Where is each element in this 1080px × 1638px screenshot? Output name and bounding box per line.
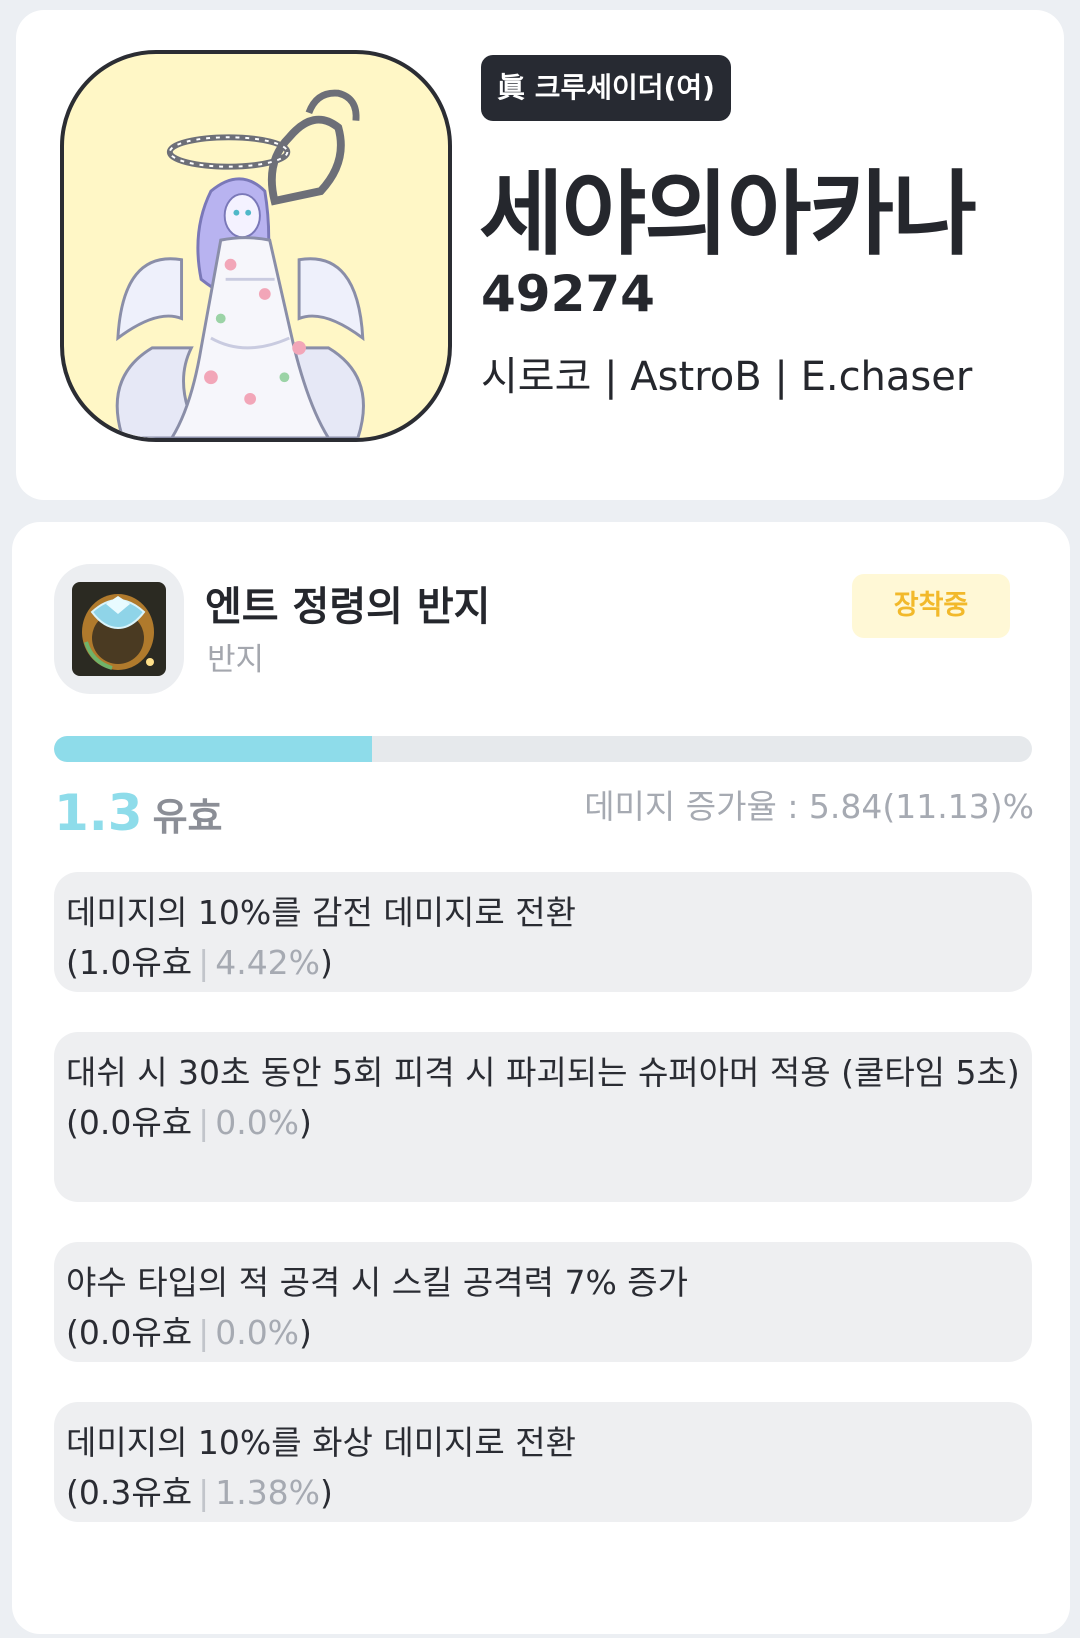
option-close: ) (320, 1473, 333, 1512)
item-icon-frame (54, 564, 184, 694)
option-separator: | (198, 943, 210, 982)
character-profile-card: 眞 크루세이더(여) 세야의아카나 49274 시로코 | AstroB | E… (16, 10, 1064, 500)
effective-score-unit: 유효 (152, 795, 223, 839)
ring-icon (72, 582, 166, 676)
option-close: ) (299, 1313, 312, 1352)
effective-score-value: 1.3 (54, 784, 143, 842)
option-text: 데미지의 10%를 화상 데미지로 전환 (66, 1423, 576, 1462)
option-value: (1.0유효 | 4.42%) (66, 938, 1020, 988)
option-text: 대쉬 시 30초 동안 5회 피격 시 파괴되는 슈퍼아머 적용 (쿨타임 5초… (66, 1053, 1020, 1092)
effective-score: 1.3 유효 (54, 784, 223, 842)
item-name: 엔트 정령의 반지 (205, 584, 491, 630)
option-close: ) (299, 1103, 312, 1142)
option-value: (0.0유효 | 0.0%) (66, 1308, 1020, 1358)
option-percent: 1.38% (215, 1473, 321, 1512)
option-effective: (0.0유효 (66, 1103, 193, 1142)
option-row: 야수 타입의 적 공격 시 스킬 공격력 7% 증가 (0.0유효 | 0.0%) (54, 1242, 1032, 1362)
option-effective: (0.0유효 (66, 1313, 193, 1352)
effective-progress-fill (54, 736, 372, 762)
option-close: ) (320, 943, 333, 982)
item-type: 반지 (207, 642, 265, 678)
option-separator: | (198, 1103, 210, 1142)
option-percent: 4.42% (215, 943, 321, 982)
option-row: 대쉬 시 30초 동안 5회 피격 시 파괴되는 슈퍼아머 적용 (쿨타임 5초… (54, 1032, 1032, 1202)
option-percent: 0.0% (215, 1313, 300, 1352)
character-name: 세야의아카나 (479, 161, 977, 268)
option-row: 데미지의 10%를 감전 데미지로 전환 (1.0유효 | 4.42%) (54, 872, 1032, 992)
damage-increase-rate: 데미지 증가율 : 5.84(11.13)% (584, 787, 1034, 826)
option-row: 데미지의 10%를 화상 데미지로 전환 (0.3유효 | 1.38%) (54, 1402, 1032, 1522)
option-separator: | (198, 1313, 210, 1352)
equipped-badge: 장착중 (852, 574, 1010, 638)
class-badge: 眞 크루세이더(여) (481, 55, 731, 121)
character-portrait-icon (115, 89, 365, 438)
character-avatar (60, 50, 452, 442)
effective-progress-bar (54, 736, 1032, 762)
option-effective: (0.3유효 (66, 1473, 193, 1512)
option-text: 데미지의 10%를 감전 데미지로 전환 (66, 893, 576, 932)
option-effective: (1.0유효 (66, 943, 193, 982)
option-value: (0.0유효 | 0.0%) (66, 1098, 1020, 1148)
option-text: 야수 타입의 적 공격 시 스킬 공격력 7% 증가 (66, 1263, 689, 1302)
option-percent: 0.0% (215, 1103, 300, 1142)
character-server-info: 시로코 | AstroB | E.chaser (481, 354, 973, 400)
character-score: 49274 (481, 265, 655, 323)
item-detail-card: 엔트 정령의 반지 반지 장착중 1.3 유효 데미지 증가율 : 5.84(11… (12, 522, 1070, 1634)
option-value: (0.3유효 | 1.38%) (66, 1468, 1020, 1518)
option-separator: | (198, 1473, 210, 1512)
